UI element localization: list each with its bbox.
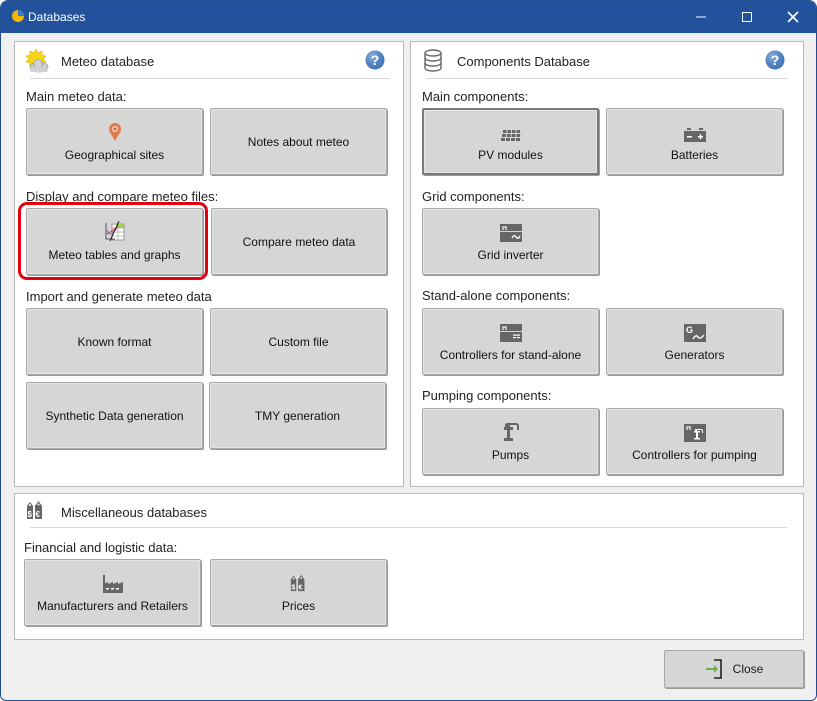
close-button[interactable]: Close [664,650,804,688]
controllers-stand-alone-button[interactable]: Controllers for stand-alone [422,308,599,375]
app-logo-icon [11,9,25,23]
pump-controller-icon [683,422,706,442]
meteo-header-divider [30,78,390,79]
close-button-label: Close [732,662,764,676]
databases-window: Databases Meteo database ? Main meteo da… [0,0,817,701]
misc-panel-header: $ € Miscellaneous databases [25,499,207,525]
help-icon[interactable]: ? [765,50,785,70]
svg-text:?: ? [371,52,380,68]
pump-icon [502,422,520,442]
synthetic-data-generation-button[interactable]: Synthetic Data generation [26,382,203,449]
pv-modules-button[interactable]: PV modules [422,108,599,175]
display-compare-label: Display and compare meteo files: [26,189,219,204]
import-generate-label: Import and generate meteo data [26,289,212,304]
exit-icon [705,659,725,679]
meteo-database-panel: Meteo database ? Main meteo data: Geogra… [14,41,404,487]
components-panel-header: Components Database [421,48,590,74]
batteries-button[interactable]: Batteries [606,108,783,175]
known-format-button[interactable]: Known format [26,308,203,375]
maximize-button[interactable] [724,1,770,33]
factory-icon [102,573,124,593]
financial-logistic-label: Financial and logistic data: [24,540,178,555]
inverter-icon [499,222,522,242]
grid-inverter-button[interactable]: Grid inverter [422,208,599,275]
svg-text:$: $ [28,510,33,519]
sun-cloud-icon [25,48,51,74]
notes-about-meteo-button[interactable]: Notes about meteo [210,108,387,175]
svg-text:$: $ [291,582,295,591]
meteo-tables-graphs-button[interactable]: Meteo tables and graphs [26,208,203,275]
minimize-icon [696,16,706,18]
custom-file-button[interactable]: Custom file [210,308,387,375]
minimize-button[interactable] [678,1,724,33]
close-icon [787,11,799,23]
manufacturers-retailers-button[interactable]: Manufacturers and Retailers [24,559,201,626]
maximize-icon [742,12,752,22]
prices-button[interactable]: $ € Prices [210,559,387,626]
generator-icon: G [683,322,706,342]
controller-icon [499,322,522,342]
misc-databases-panel: $ € Miscellaneous databases Financial an… [14,493,804,640]
database-icon [421,48,447,74]
main-components-label: Main components: [422,89,529,104]
svg-text:?: ? [771,52,780,68]
compare-meteo-data-button[interactable]: Compare meteo data [211,208,387,275]
main-meteo-data-label: Main meteo data: [26,89,127,104]
grid-components-label: Grid components: [422,189,525,204]
price-tag-icon: $ € [25,499,51,525]
help-icon[interactable]: ? [365,50,385,70]
svg-text:G: G [686,325,693,335]
battery-icon [683,122,706,142]
stand-alone-components-label: Stand-alone components: [422,288,571,303]
components-database-panel: Components Database ? Main components: P… [410,41,804,487]
close-window-button[interactable] [770,1,816,33]
price-tag-icon: $ € [289,573,309,593]
misc-panel-title: Miscellaneous databases [61,504,207,520]
geographical-sites-button[interactable]: Geographical sites [26,108,203,175]
svg-text:€: € [298,582,302,591]
generators-button[interactable]: G Generators [606,308,783,375]
components-panel-title: Components Database [457,53,590,69]
misc-header-divider [30,527,787,528]
title-bar: Databases [1,1,816,33]
components-header-divider [426,78,788,79]
map-pin-icon [108,122,122,142]
pumps-button[interactable]: Pumps [422,408,599,475]
window-title: Databases [28,10,86,24]
pumping-components-label: Pumping components: [422,388,552,403]
table-graph-icon [103,220,127,242]
pv-module-icon [500,122,522,142]
tmy-generation-button[interactable]: TMY generation [209,382,386,449]
controllers-pumping-button[interactable]: Controllers for pumping [606,408,783,475]
meteo-panel-header: Meteo database [25,48,154,74]
svg-text:€: € [36,510,41,519]
meteo-panel-title: Meteo database [61,53,155,69]
